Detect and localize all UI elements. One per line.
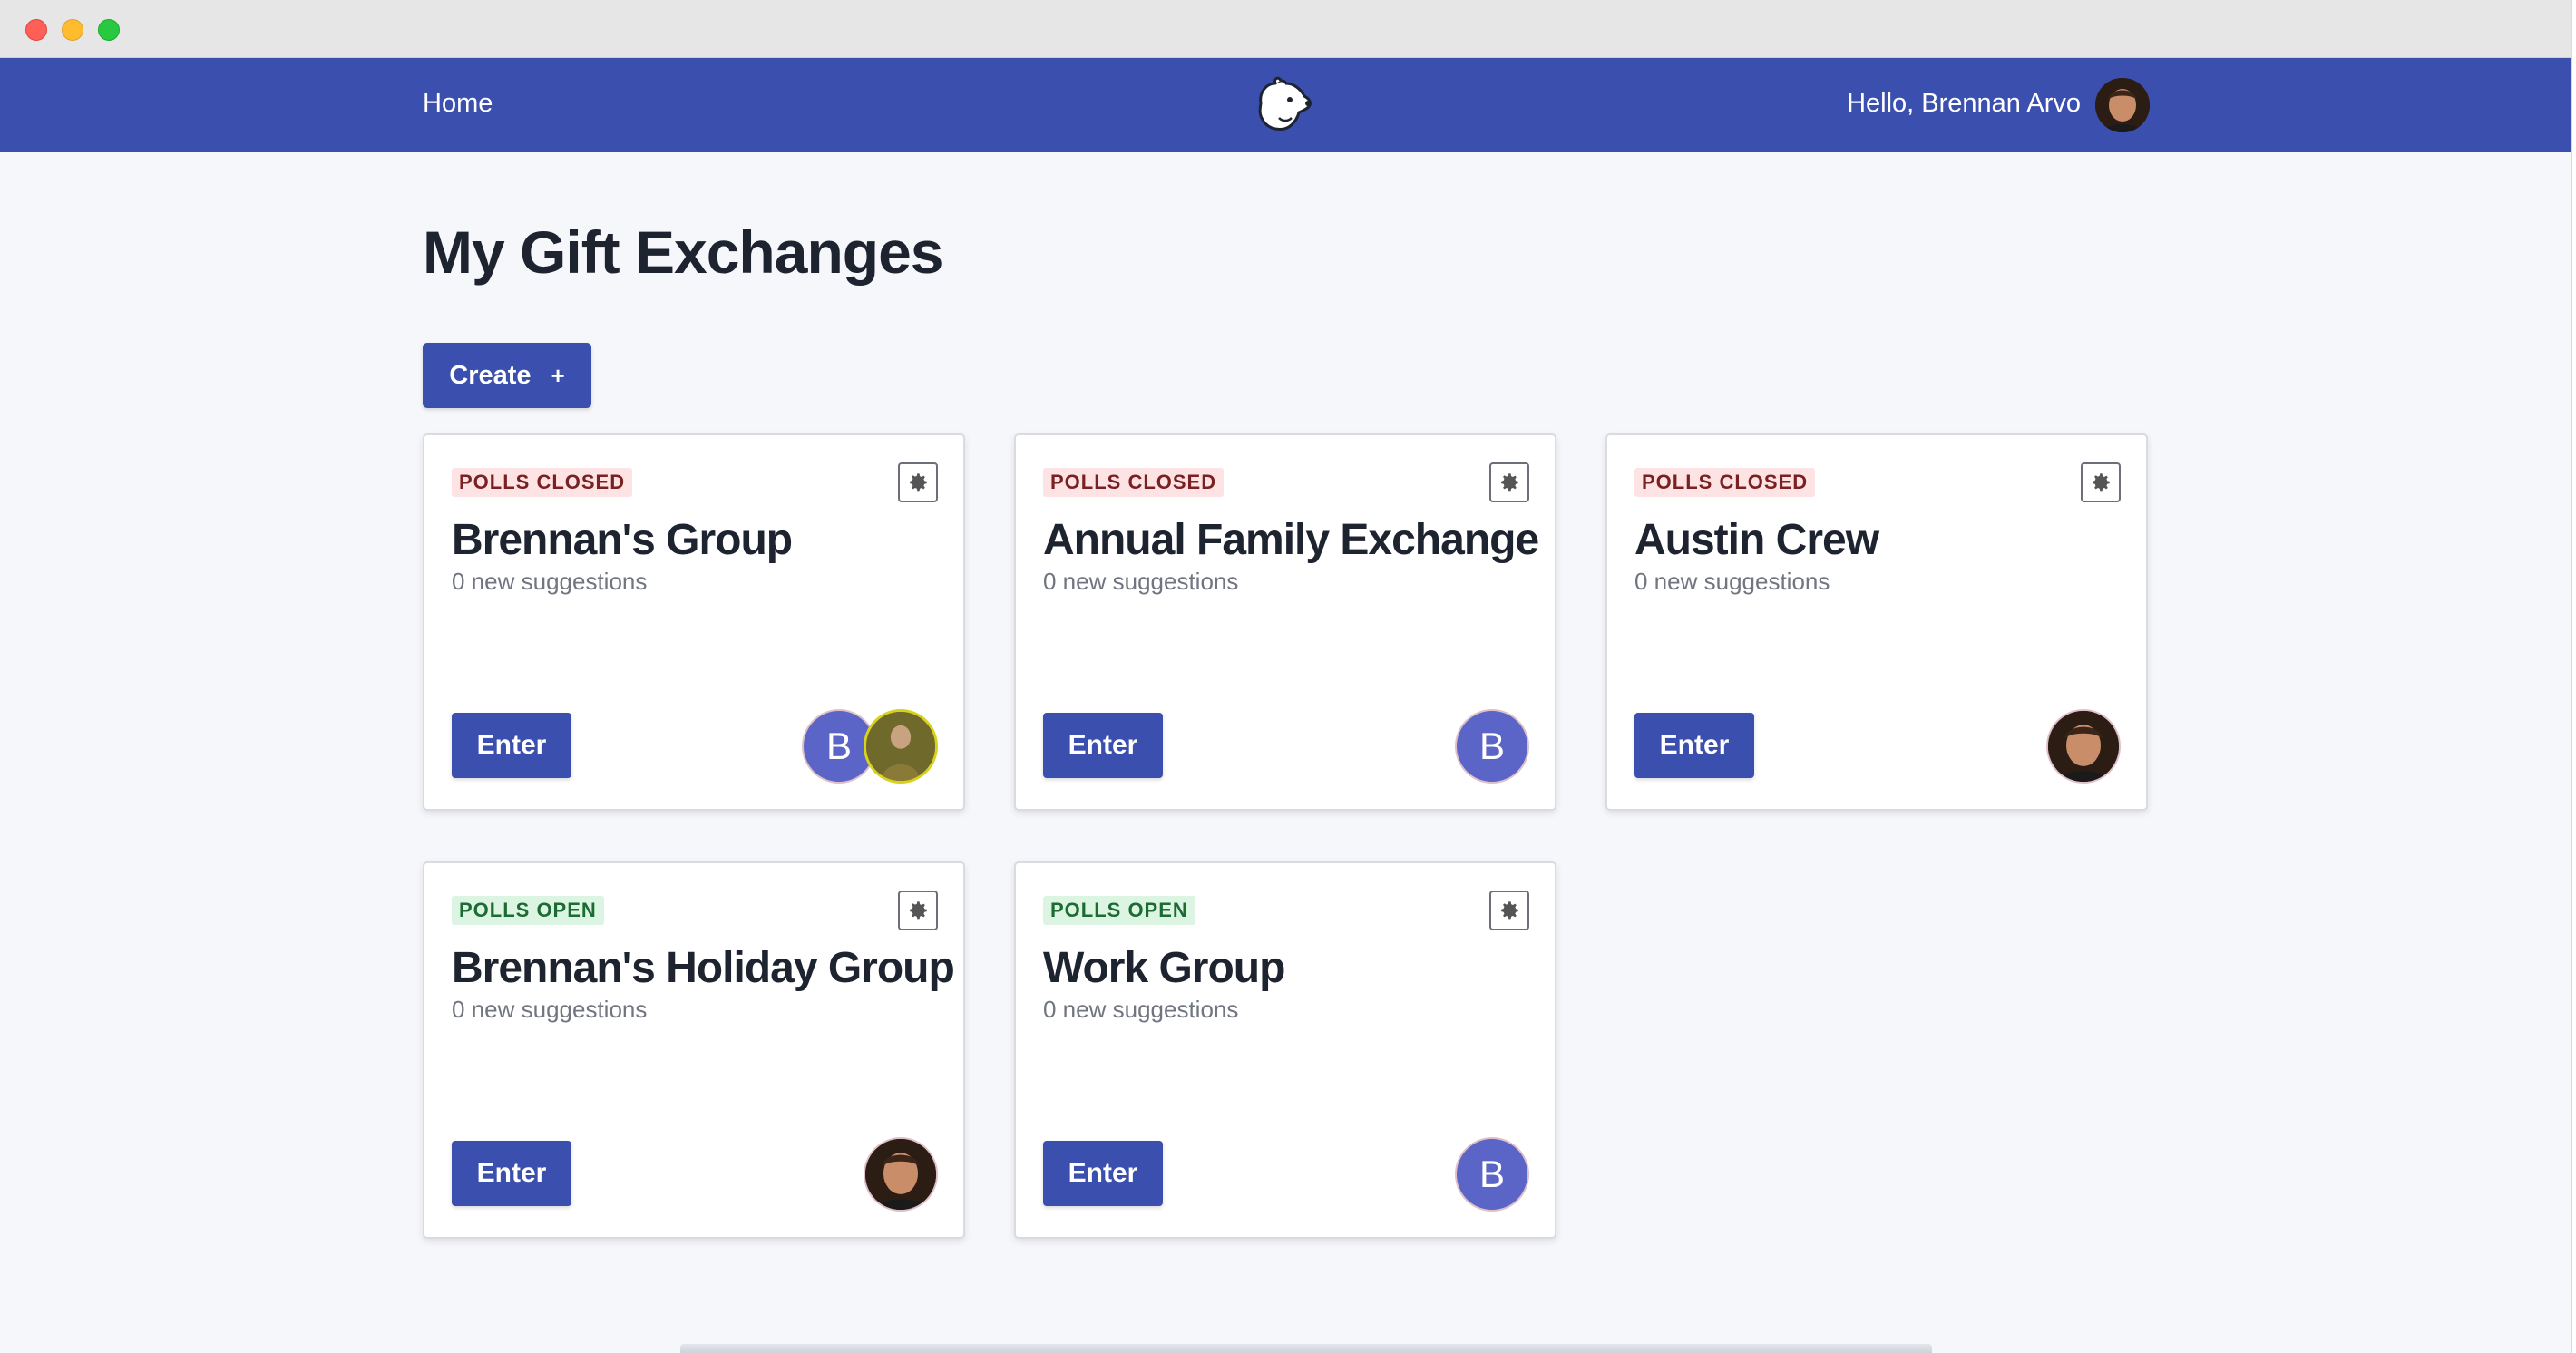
top-navbar: Home Hello, Brennan Arvo: [0, 58, 2571, 152]
status-badge: POLLS CLOSED: [1043, 468, 1225, 497]
card-suggestions: 0 new suggestions: [1634, 568, 1830, 595]
card-title: Work Group: [1043, 944, 1285, 992]
enter-button[interactable]: Enter: [452, 1141, 571, 1206]
user-greeting: Hello, Brennan Arvo: [1847, 89, 2081, 118]
minimize-window-button[interactable]: [62, 19, 83, 41]
close-window-button[interactable]: [25, 19, 47, 41]
card-suggestions: 0 new suggestions: [452, 996, 648, 1023]
polar-bear-icon[interactable]: [1252, 73, 1317, 138]
card-suggestions: 0 new suggestions: [1043, 568, 1239, 595]
status-badge: POLLS CLOSED: [1634, 468, 1816, 497]
gear-icon[interactable]: [2081, 462, 2121, 502]
browser-window: Home Hello, Brennan Arvo My Gift Exchang…: [0, 0, 2572, 1353]
exchange-card: POLLS CLOSED Austin Crew 0 new suggestio…: [1605, 433, 2148, 811]
avatar: [2046, 709, 2121, 784]
exchange-card: POLLS OPEN Brennan's Holiday Group 0 new…: [423, 861, 965, 1239]
avatar: B: [1455, 709, 1529, 784]
create-exchange-button[interactable]: Create +: [423, 343, 591, 408]
member-avatars: B: [802, 709, 938, 784]
card-suggestions: 0 new suggestions: [1043, 996, 1239, 1023]
avatar: B: [1455, 1137, 1529, 1212]
enter-button[interactable]: Enter: [452, 713, 571, 778]
exchange-card: POLLS CLOSED Annual Family Exchange 0 ne…: [1014, 433, 1556, 811]
member-avatars: B: [1455, 1137, 1529, 1212]
avatar: [864, 1137, 938, 1212]
gear-icon[interactable]: [1489, 891, 1529, 930]
status-badge: POLLS OPEN: [1043, 896, 1195, 925]
page-bottom-edge: [680, 1344, 1932, 1353]
status-badge: POLLS OPEN: [452, 896, 604, 925]
gear-icon[interactable]: [1489, 462, 1529, 502]
zoom-window-button[interactable]: [98, 19, 120, 41]
card-title: Brennan's Holiday Group: [452, 944, 955, 992]
member-avatars: [864, 1137, 938, 1212]
card-suggestions: 0 new suggestions: [452, 568, 648, 595]
status-badge: POLLS CLOSED: [452, 468, 633, 497]
member-avatars: [2046, 709, 2121, 784]
enter-button[interactable]: Enter: [1043, 1141, 1163, 1206]
exchange-card: POLLS OPEN Work Group 0 new suggestions …: [1014, 861, 1556, 1239]
enter-button[interactable]: Enter: [1634, 713, 1754, 778]
card-title: Austin Crew: [1634, 516, 1879, 564]
card-title: Brennan's Group: [452, 516, 793, 564]
gear-icon[interactable]: [898, 891, 938, 930]
gear-icon[interactable]: [898, 462, 938, 502]
plus-icon: +: [551, 361, 565, 389]
create-button-label: Create: [449, 360, 532, 390]
enter-button[interactable]: Enter: [1043, 713, 1163, 778]
user-avatar[interactable]: [2095, 78, 2150, 132]
page-title: My Gift Exchanges: [423, 219, 943, 286]
member-avatars: B: [1455, 709, 1529, 784]
avatar: [864, 709, 938, 784]
nav-home-link[interactable]: Home: [423, 89, 493, 119]
card-title: Annual Family Exchange: [1043, 516, 1539, 564]
window-titlebar: [0, 0, 2571, 58]
exchange-card: POLLS CLOSED Brennan's Group 0 new sugge…: [423, 433, 965, 811]
